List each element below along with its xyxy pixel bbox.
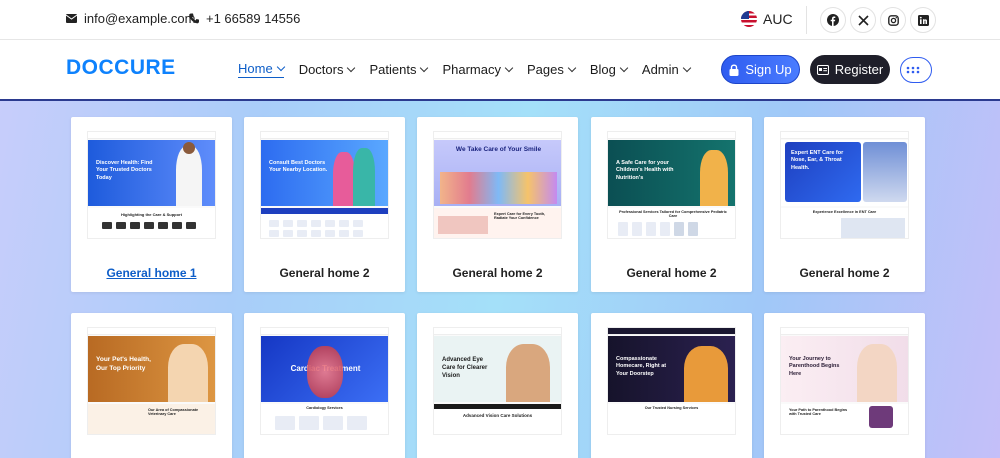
demo-thumbnail[interactable]: A Safe Care for your Children's Health w… xyxy=(607,131,736,239)
chevron-down-icon xyxy=(347,63,356,73)
demo-thumbnail[interactable]: Consult Best Doctors Your Nearby Locatio… xyxy=(260,131,389,239)
hero-text: Discover Health: Find Your Trusted Docto… xyxy=(96,160,153,181)
grid-menu-button[interactable] xyxy=(900,57,932,83)
hero-text: Consult Best Doctors Your Nearby Locatio… xyxy=(269,160,328,174)
hero-text: A Safe Care for your Children's Health w… xyxy=(616,160,674,181)
demo-card-veterinary[interactable]: Your Pet's Health, Our Top Priority Our … xyxy=(71,313,232,458)
register-button[interactable]: Register xyxy=(810,55,890,84)
hero-text: Advanced Eye Care for Clearer Vision xyxy=(442,357,488,380)
demo-card-cardiology[interactable]: Cardiac Treatment Cardiology Services xyxy=(244,313,405,458)
demo-thumbnail[interactable]: Your Pet's Health, Our Top Priority Our … xyxy=(87,327,216,435)
demo-card-general-home-2[interactable]: Consult Best Doctors Your Nearby Locatio… xyxy=(244,117,405,292)
heart-image xyxy=(307,346,343,398)
main-nav: Home Doctors Patients Pharmacy Pages Blo… xyxy=(238,61,705,78)
demo-label[interactable]: General home 2 xyxy=(764,266,925,280)
nav-pages[interactable]: Pages xyxy=(527,61,577,78)
demo-thumbnail[interactable]: Your Journey to Parenthood Begins Here Y… xyxy=(780,327,909,435)
demo-thumbnail[interactable]: Expert ENT Care for Nose, Ear, & Throat … xyxy=(780,131,909,239)
phone-text: +1 66589 14556 xyxy=(206,11,301,26)
demo-label[interactable]: General home 2 xyxy=(417,266,578,280)
nav-pharmacy[interactable]: Pharmacy xyxy=(442,61,514,78)
linkedin-icon[interactable] xyxy=(910,7,936,33)
homepage-demos-section: Discover Health: Find Your Trusted Docto… xyxy=(0,101,1000,458)
demo-thumbnail[interactable]: We Take Care of Your Smile Expert Care f… xyxy=(433,131,562,239)
demo-thumbnail[interactable]: Cardiac Treatment Cardiology Services xyxy=(260,327,389,435)
us-flag-icon xyxy=(741,11,757,27)
divider xyxy=(806,6,807,34)
demo-card-homecare[interactable]: Compassionate Homecare, Right at Your Do… xyxy=(591,313,752,458)
x-icon[interactable] xyxy=(850,7,876,33)
demo-thumbnail[interactable]: Discover Health: Find Your Trusted Docto… xyxy=(87,131,216,239)
phone-contact[interactable]: +1 66589 14556 xyxy=(189,11,300,26)
demo-card-general-home-1[interactable]: Discover Health: Find Your Trusted Docto… xyxy=(71,117,232,292)
chevron-down-icon xyxy=(420,63,429,73)
doccure-logo[interactable]: DOCCURE xyxy=(66,56,176,80)
demo-card-general-home-2-ent[interactable]: Expert ENT Care for Nose, Ear, & Throat … xyxy=(764,117,925,292)
demo-card-general-home-2-dental[interactable]: We Take Care of Your Smile Expert Care f… xyxy=(417,117,578,292)
email-text: info@example.com xyxy=(84,11,196,26)
hero-text: Compassionate Homecare, Right at Your Do… xyxy=(616,356,667,377)
phone-icon xyxy=(189,13,199,24)
demo-thumbnail[interactable]: Advanced Eye Care for Clearer Vision Adv… xyxy=(433,327,562,435)
chevron-down-icon xyxy=(567,63,577,73)
chevron-down-icon xyxy=(276,62,285,72)
demo-label[interactable]: General home 2 xyxy=(244,266,405,280)
hero-text: Your Journey to Parenthood Begins Here xyxy=(789,356,840,377)
signup-button[interactable]: Sign Up xyxy=(721,55,800,84)
language-label: AUC xyxy=(763,11,793,27)
demo-card-general-home-2-pediatric[interactable]: A Safe Care for your Children's Health w… xyxy=(591,117,752,292)
doctor-image xyxy=(176,146,202,206)
id-card-icon xyxy=(816,64,829,75)
top-bar: info@example.com +1 66589 14556 AUC xyxy=(0,0,1000,40)
nav-patients[interactable]: Patients xyxy=(369,61,429,78)
demo-label[interactable]: General home 2 xyxy=(591,266,752,280)
email-contact[interactable]: info@example.com xyxy=(66,11,195,26)
hero-text: We Take Care of Your Smile xyxy=(455,146,542,153)
hero-text: Expert ENT Care for Nose, Ear, & Throat … xyxy=(791,150,844,171)
envelope-icon xyxy=(66,14,77,23)
demo-label[interactable]: General home 1 xyxy=(71,266,232,280)
language-selector[interactable]: AUC xyxy=(741,11,793,27)
nav-home[interactable]: Home xyxy=(238,61,285,78)
instagram-icon[interactable] xyxy=(880,7,906,33)
demo-card-eye-care[interactable]: Advanced Eye Care for Clearer Vision Adv… xyxy=(417,313,578,458)
demo-thumbnail[interactable]: Compassionate Homecare, Right at Your Do… xyxy=(607,327,736,435)
chevron-down-icon xyxy=(504,63,514,73)
nav-doctors[interactable]: Doctors xyxy=(299,61,356,78)
nav-admin[interactable]: Admin xyxy=(642,61,692,78)
nav-blog[interactable]: Blog xyxy=(590,61,629,78)
chevron-down-icon xyxy=(682,63,692,73)
lock-icon xyxy=(729,64,739,76)
grid-icon xyxy=(906,66,920,74)
hero-text: Your Pet's Health, Our Top Priority xyxy=(96,356,151,372)
facebook-icon[interactable] xyxy=(820,7,846,33)
main-header: DOCCURE Home Doctors Patients Pharmacy P… xyxy=(0,40,1000,101)
chevron-down-icon xyxy=(619,63,629,73)
demo-card-fertility[interactable]: Your Journey to Parenthood Begins Here Y… xyxy=(764,313,925,458)
